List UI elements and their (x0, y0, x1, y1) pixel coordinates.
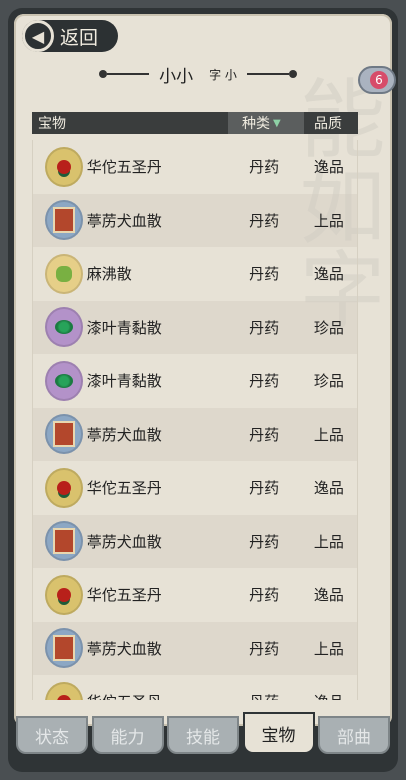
book-icon (45, 414, 83, 455)
back-label: 返回 (60, 26, 99, 49)
item-quality: 逸品 (313, 479, 344, 498)
table-row[interactable]: 葶苈犬血散 丹药 上品 (33, 193, 357, 247)
title-sub: 字 小 (209, 67, 237, 82)
tab-1[interactable]: 能力 (91, 716, 164, 754)
item-quality: 珍品 (313, 318, 344, 337)
item-type: 丹药 (249, 372, 280, 391)
table-row[interactable]: 漆叶青黏散 丹药 珍品 (33, 354, 357, 408)
title-divider-right (246, 73, 289, 75)
item-name: 麻沸散 (86, 265, 132, 284)
pill-icon (45, 574, 83, 615)
tab-2[interactable]: 技能 (167, 716, 239, 754)
table-header: 宝物 种类 ▼ 品质 (32, 112, 358, 134)
table-row[interactable]: 华佗五圣丹 丹药 逸品 (33, 140, 357, 194)
pill-icon (45, 146, 83, 187)
tab-4[interactable]: 部曲 (318, 716, 390, 754)
item-type: 丹药 (249, 425, 280, 444)
item-quality: 逸品 (313, 158, 344, 177)
item-quality: 逸品 (301, 691, 357, 700)
table-row[interactable]: 葶苈犬血散 丹药 上品 (33, 514, 357, 568)
table-row[interactable]: 葶苈犬血散 丹药 上品 (33, 407, 357, 461)
item-name: 华佗五圣丹 (86, 586, 162, 605)
item-type: 丹药 (249, 211, 280, 230)
item-quality: 上品 (313, 425, 344, 444)
book-icon (45, 521, 83, 562)
item-type: 丹药 (249, 318, 280, 337)
ornament-right-icon (288, 70, 297, 78)
grapes-icon (45, 307, 83, 348)
back-arrow-icon: ◀ (22, 20, 54, 52)
item-quality: 逸品 (313, 586, 344, 605)
table-row[interactable]: 麻沸散 丹药 逸品 (33, 247, 357, 301)
sort-down-icon: ▼ (273, 117, 281, 129)
book-icon (45, 200, 83, 241)
item-type: 丹药 (228, 691, 301, 700)
herb-icon (45, 253, 83, 294)
badge-count: 6 (370, 71, 388, 89)
item-type: 丹药 (249, 639, 280, 658)
item-quality: 上品 (313, 639, 344, 658)
table-row[interactable]: 华佗五圣丹 丹药 逸品 (33, 461, 357, 515)
item-name: 华佗五圣丹 (86, 479, 162, 498)
pill-icon (45, 467, 83, 508)
tab-0[interactable]: 状态 (16, 716, 88, 754)
item-type: 丹药 (249, 479, 280, 498)
back-button[interactable]: ◀ 返回 (22, 20, 118, 52)
treasure-list[interactable]: 华佗五圣丹 丹药 逸品 葶苈犬血散 丹药 上品 麻沸散 丹药 逸品 漆叶青黏散 丹药 珍品 漆叶青黏散丹… (32, 140, 358, 700)
item-quality: 逸品 (313, 265, 344, 284)
item-quality: 上品 (313, 211, 344, 230)
header-name: 宝物 (38, 116, 66, 132)
bottom-tabs: 状态 能力 技能 宝物 部曲 (14, 712, 392, 756)
table-row[interactable]: 华佗五圣丹丹药逸品 (33, 675, 357, 700)
item-type: 丹药 (249, 586, 280, 605)
item-type: 丹药 (249, 158, 280, 177)
ornament-left-icon (99, 70, 108, 78)
header-quality: 品质 (314, 116, 342, 132)
title-main: 小小 (159, 66, 194, 87)
page-title: 小小 字 小 (92, 60, 304, 88)
item-quality: 珍品 (313, 372, 344, 391)
item-name: 葶苈犬血散 (86, 532, 162, 551)
item-name: 葶苈犬血散 (86, 639, 162, 658)
item-type: 丹药 (249, 265, 280, 284)
header-type-label: 种类 (242, 116, 270, 132)
notification-badge[interactable]: 6 (358, 66, 396, 94)
header-type-sort[interactable]: 种类 ▼ (228, 112, 304, 134)
item-name: 漆叶青黏散 (86, 318, 162, 337)
item-name: 葶苈犬血散 (86, 425, 162, 444)
table-row[interactable]: 华佗五圣丹 丹药 逸品 (33, 568, 357, 622)
pill-icon (45, 681, 83, 700)
title-divider-left (107, 73, 150, 75)
item-name: 葶苈犬血散 (86, 211, 162, 230)
item-quality: 上品 (313, 532, 344, 551)
table-row[interactable]: 漆叶青黏散 丹药 珍品 (33, 300, 357, 354)
item-type: 丹药 (249, 532, 280, 551)
table-row[interactable]: 葶苈犬血散 丹药 上品 (33, 621, 357, 675)
item-name: 华佗五圣丹 (86, 158, 162, 177)
item-name: 华佗五圣丹 (87, 691, 228, 700)
book-icon (45, 628, 83, 669)
grapes-icon (45, 360, 83, 401)
tab-3[interactable]: 宝物 (242, 712, 315, 754)
item-name: 漆叶青黏散 (86, 372, 162, 391)
